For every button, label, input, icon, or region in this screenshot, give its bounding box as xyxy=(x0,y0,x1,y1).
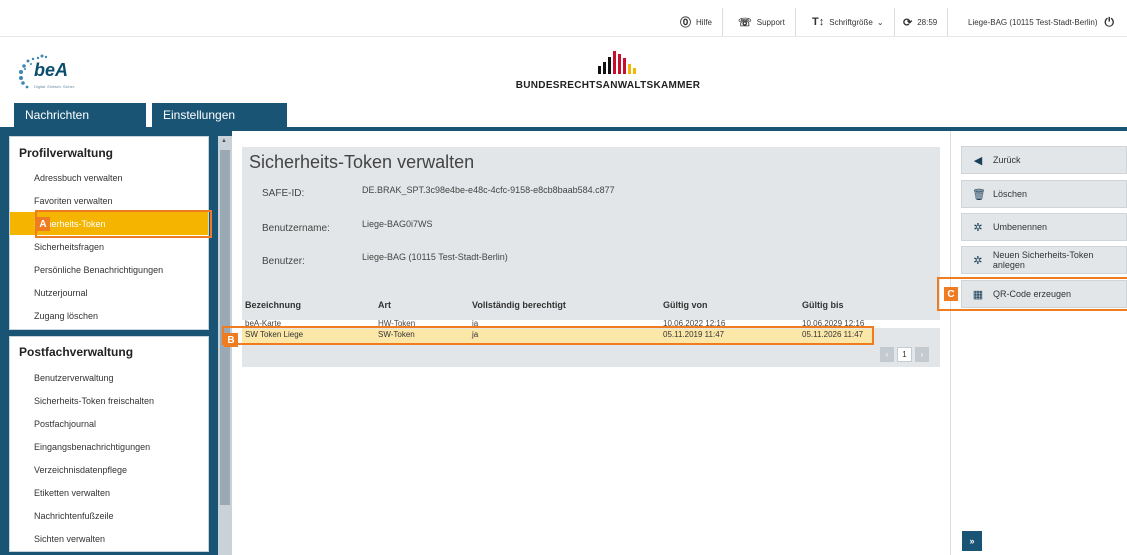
pager-next-button[interactable]: › xyxy=(915,347,929,362)
font-size-icon: T↕ xyxy=(812,16,825,28)
marker-c: C xyxy=(944,287,958,301)
tab-nachrichten-label: Nachrichten xyxy=(25,108,90,122)
sidebar-item-sicherheitsfragen[interactable]: Sicherheitsfragen xyxy=(10,235,208,258)
highlight-a xyxy=(35,210,212,238)
pager-prev-button[interactable]: ‹ xyxy=(880,347,894,362)
support-icon: ☏ xyxy=(738,16,752,29)
sidebar-item-fusszeile[interactable]: Nachrichtenfußzeile xyxy=(10,504,208,527)
chevron-down-icon: ⌄ xyxy=(876,17,884,27)
sidebar-item-sichten[interactable]: Sichten verwalten xyxy=(10,527,208,550)
support-link[interactable]: ☏ Support xyxy=(728,8,796,36)
marker-a: A xyxy=(36,217,50,231)
benutzer-label: Benutzer: xyxy=(262,256,305,267)
delete-label: Löschen xyxy=(993,189,1028,199)
support-label: Support xyxy=(756,17,785,27)
sidebar-item-verzeichnisdatenpflege[interactable]: Verzeichnisdatenpflege xyxy=(10,458,208,481)
bea-logo-text: beA xyxy=(34,60,69,80)
gear-icon: ✲ xyxy=(973,221,983,234)
profilverwaltung-title: Profilverwaltung xyxy=(19,146,114,160)
help-label: Hilfe xyxy=(696,17,713,27)
sidebar-item-benutzerverwaltung[interactable]: Benutzerverwaltung xyxy=(10,366,208,389)
benutzername-value: Liege-BAG0i7WS xyxy=(362,219,433,229)
bea-page: ⓪ Hilfe ☏ Support T↕ Schriftgröße ⌄ ⟳ 28… xyxy=(0,0,1127,555)
rename-label: Umbenennen xyxy=(993,222,1048,232)
gear-icon: ✲ xyxy=(973,254,983,267)
sidebar-item-etiketten[interactable]: Etiketten verwalten xyxy=(10,481,208,504)
benutzername-label: Benutzername: xyxy=(262,223,330,234)
highlight-b xyxy=(222,326,874,345)
scroll-up-icon[interactable]: ▲ xyxy=(221,138,227,144)
help-link[interactable]: ⓪ Hilfe xyxy=(670,8,724,36)
safe-id-value: DE.BRAK_SPT.3c98e4be-e48c-4cfc-9158-e8cb… xyxy=(362,185,615,195)
sidebar-item-benachrichtigungen[interactable]: Persönliche Benachrichtigungen xyxy=(10,258,208,281)
power-icon[interactable]: ⏻ xyxy=(1105,15,1115,30)
top-utility-bar: ⓪ Hilfe ☏ Support T↕ Schriftgröße ⌄ ⟳ 28… xyxy=(0,8,1127,36)
user-label: Liege-BAG (10115 Test-Stadt-Berlin) xyxy=(968,17,1098,27)
new-token-button[interactable]: ✲ Neuen Sicherheits-Token anlegen xyxy=(961,246,1127,274)
sidebar-item-postfachjournal[interactable]: Postfachjournal xyxy=(10,412,208,435)
session-timer[interactable]: ⟳ 28:59 xyxy=(893,8,949,36)
tab-nachrichten[interactable]: Nachrichten xyxy=(14,103,146,127)
benutzer-value: Liege-BAG (10115 Test-Stadt-Berlin) xyxy=(362,252,508,262)
col-header-berechtigt[interactable]: Vollständig berechtigt xyxy=(472,300,566,310)
bea-logo-tagline: Digital. Einfach. Sicher. xyxy=(34,84,76,89)
font-size-dropdown[interactable]: T↕ Schriftgröße ⌄ xyxy=(802,8,895,36)
safe-id-label: SAFE-ID: xyxy=(262,188,305,199)
brak-logo xyxy=(598,51,636,74)
timer-label: 28:59 xyxy=(917,17,938,27)
col-header-art[interactable]: Art xyxy=(378,300,391,310)
marker-b: B xyxy=(224,333,238,347)
font-size-label: Schriftgröße xyxy=(829,17,873,27)
sidebar-item-nutzerjournal[interactable]: Nutzerjournal xyxy=(10,281,208,304)
brak-title: BUNDESRECHTSANWALTSKAMMER xyxy=(515,80,701,91)
postfachverwaltung-title: Postfachverwaltung xyxy=(19,345,134,359)
back-button[interactable]: ◀ Zurück xyxy=(961,146,1127,174)
page-title: Sicherheits-Token verwalten xyxy=(249,152,475,172)
trash-icon: 🗑 xyxy=(972,188,986,201)
col-header-gueltig-von[interactable]: Gültig von xyxy=(663,300,708,310)
delete-button[interactable]: 🗑 Löschen xyxy=(961,180,1127,208)
tab-einstellungen-label: Einstellungen xyxy=(163,108,236,122)
topbar-divider xyxy=(0,36,1127,37)
refresh-icon: ⟳ xyxy=(903,16,913,29)
new-token-label: Neuen Sicherheits-Token anlegen xyxy=(992,250,1094,270)
back-label: Zurück xyxy=(993,155,1021,165)
sidebar-item-token-freischalten[interactable]: Sicherheits-Token freischalten xyxy=(10,389,208,412)
expand-panel-button[interactable]: » xyxy=(962,531,982,551)
sidebar-item-favoriten[interactable]: Favoriten verwalten xyxy=(10,189,208,212)
user-menu[interactable]: Liege-BAG (10115 Test-Stadt-Berlin) ⏻ xyxy=(958,8,1124,36)
postfachverwaltung-box: Postfachverwaltung Benutzerverwaltung Si… xyxy=(9,336,209,552)
col-header-gueltig-bis[interactable]: Gültig bis xyxy=(802,300,844,310)
sidebar-item-eingangsbenachrichtigungen[interactable]: Eingangsbenachrichtigungen xyxy=(10,435,208,458)
sidebar-item-zugang-loeschen[interactable]: Zugang löschen xyxy=(10,304,208,327)
sidebar-item-adressbuch[interactable]: Adressbuch verwalten xyxy=(10,166,208,189)
arrow-left-circle-icon: ◀ xyxy=(973,154,983,167)
col-header-bezeichnung[interactable]: Bezeichnung xyxy=(245,300,301,310)
help-icon: ⓪ xyxy=(680,17,691,29)
tab-einstellungen[interactable]: Einstellungen xyxy=(152,103,287,127)
rename-button[interactable]: ✲ Umbenennen xyxy=(961,213,1127,241)
highlight-c xyxy=(937,277,1127,311)
pager-page-1[interactable]: 1 xyxy=(897,347,912,362)
